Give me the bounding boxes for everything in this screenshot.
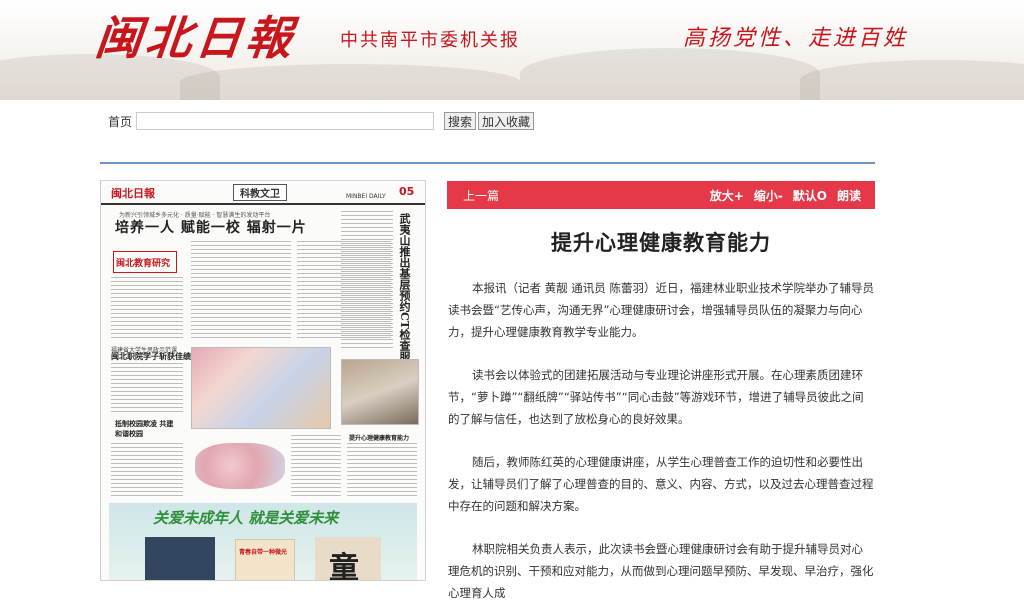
paper-headline-2[interactable]: 闽北职院学子斩获佳绩 [111,351,191,362]
article-paragraph: 林职院相关负责人表示，此次读书会暨心理健康研讨会有助于提升辅导员对心理危机的识别… [448,542,874,600]
text-block [341,211,393,351]
zoom-in-button[interactable]: 放大+ [710,187,744,204]
home-link[interactable]: 首页 [108,113,132,130]
read-aloud-button[interactable]: 朗读 [837,187,861,204]
text-block [191,241,291,339]
paper-headline-3[interactable]: 抵制校园欺凌 共建和谐校园 [115,419,175,439]
search-input[interactable] [136,112,435,130]
mountain-decor [800,60,1024,100]
text-block [111,443,183,499]
article-paragraph: 随后，教师陈红英的心理健康讲座，从学生心理普查工作的迫切性和必要性出发，让辅导员… [448,455,874,513]
slogan-left: 中共南平市委机关报 [340,30,520,51]
paper-headline[interactable]: 培养一人 赋能一校 辐射一片 [115,217,307,237]
paper-column-logo: 闽北教育研究 [113,251,177,273]
paper-ad-banner: 关爱未成年人 就是关爱未来 青春自带一种微光 童 [109,503,417,581]
ad-poster-text: 青春自带一种微光 [239,549,288,556]
article-body: 本报讯（记者 黄靓 通讯员 陈蕾羽）近日，福建林业职业技术学院举办了辅导员读书会… [447,277,875,604]
ad-poster-2 [235,539,295,580]
text-size-tools: 放大+ 缩小- 默认O 朗读 [710,187,861,204]
slogan-right: 高扬党性、走进百姓 [683,26,909,51]
prev-article-link[interactable]: 上一篇 [463,187,499,204]
ad-poster-char: 童 [329,551,359,581]
nav-divider [100,162,875,164]
newspaper-page-thumbnail[interactable]: 闽北日報 科教文卫 MINBEI DAILY 05 为新兴引领城乡多元化 · 质… [100,180,426,581]
mountain-decor [180,64,520,100]
paper-photo-children [195,443,285,489]
article-panel: 上一篇 放大+ 缩小- 默认O 朗读 提升心理健康教育能力 本报讯（记者 黄靓 … [447,181,875,600]
paper-photo-meeting [341,359,419,425]
default-size-button[interactable]: 默认O [793,187,827,204]
article-paragraph: 读书会以体验式的团建拓展活动与专业理论讲座形式开展。在心理素质团建环节，“萝卜蹲… [448,368,864,426]
top-nav: 首页 搜索 加入收藏 [108,112,535,130]
ad-poster-1 [145,537,215,580]
header-banner: 闽北日報 中共南平市委机关报 高扬党性、走进百姓 [0,0,1024,100]
article-paragraph: 本报讯（记者 黄靓 通讯员 陈蕾羽）近日，福建林业职业技术学院举办了辅导员读书会… [448,281,874,339]
search-button[interactable]: 搜索 [444,112,477,130]
article-title: 提升心理健康教育能力 [551,232,771,255]
paper-section: 科教文卫 [233,184,287,201]
site-logo[interactable]: 闽北日報 [93,2,300,68]
paper-masthead: 闽北日報 科教文卫 MINBEI DAILY 05 [101,181,425,205]
paper-daily: MINBEI DAILY [346,193,386,200]
ad-title: 关爱未成年人 就是关爱未来 [153,509,339,527]
paper-logo: 闽北日報 [111,187,155,200]
text-block [291,435,341,499]
article-toolbar: 上一篇 放大+ 缩小- 默认O 朗读 [447,181,875,209]
paper-photo-group [191,347,331,429]
text-block [111,363,183,413]
text-block [111,277,183,339]
paper-vertical-headline[interactable]: 武夷山推出基层预约CT检查服务 [397,213,411,373]
add-favorite-button[interactable]: 加入收藏 [478,112,535,130]
paper-article-link[interactable]: 提升心理健康教育能力 [349,433,409,442]
paper-page-number: 05 [399,185,415,198]
text-block [347,443,417,499]
zoom-out-button[interactable]: 缩小- [754,187,783,204]
mountain-decor [520,48,820,100]
